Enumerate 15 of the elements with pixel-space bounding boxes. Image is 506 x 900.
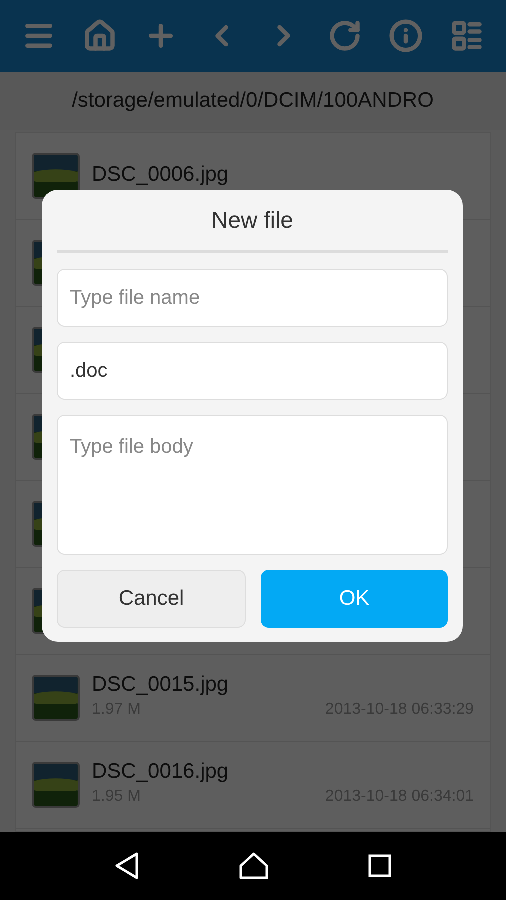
- path-text: /storage/emulated/0/DCIM/100ANDRO: [72, 88, 434, 114]
- ok-button[interactable]: OK: [261, 570, 448, 628]
- file-name-field[interactable]: Type file name: [57, 269, 448, 327]
- back-icon[interactable]: [114, 852, 140, 880]
- file-name: DSC_0006.jpg: [92, 164, 230, 188]
- file-body-field[interactable]: Type file body: [57, 415, 448, 555]
- file-name: DSC_0015.jpg: [92, 674, 230, 698]
- square-icon[interactable]: [368, 854, 392, 878]
- list-view-icon[interactable]: [450, 19, 484, 53]
- file-name: DSC_0016.jpg: [92, 761, 230, 785]
- info-icon[interactable]: [389, 19, 424, 53]
- extension-field[interactable]: .doc: [57, 342, 448, 400]
- refresh-icon[interactable]: [328, 19, 362, 53]
- home-icon[interactable]: [238, 852, 269, 880]
- cancel-button[interactable]: Cancel: [57, 570, 246, 628]
